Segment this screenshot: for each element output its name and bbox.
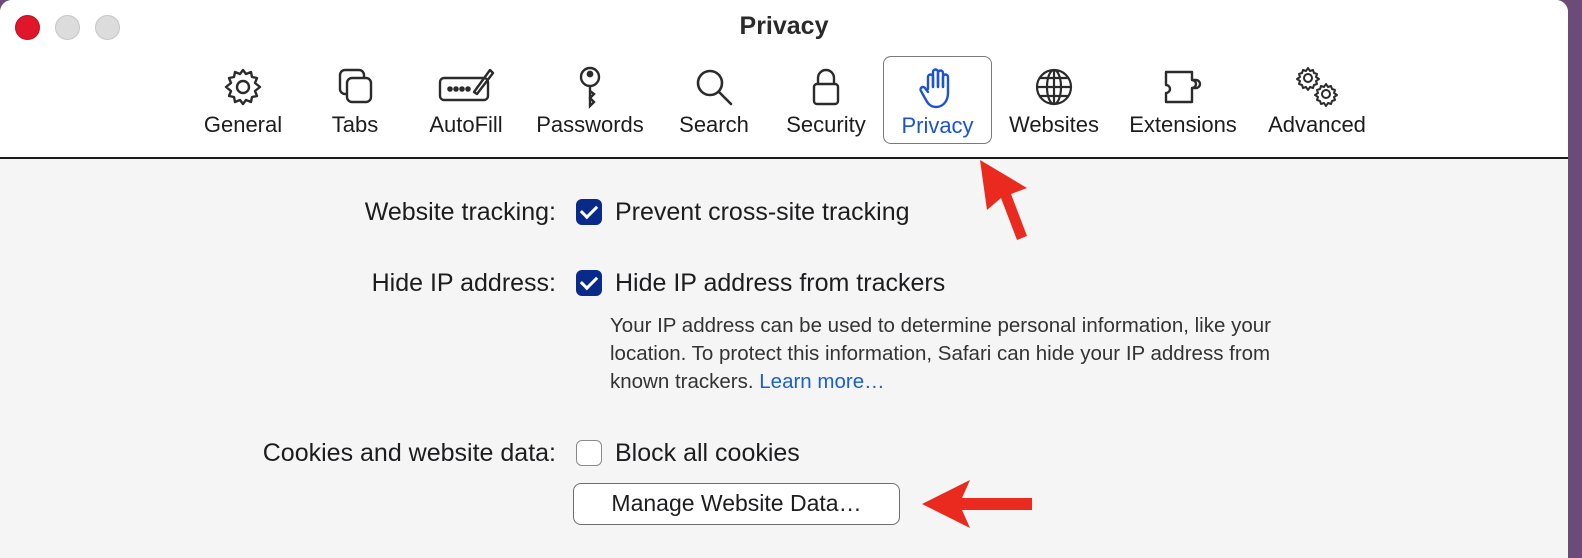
tab-extensions-label: Extensions bbox=[1129, 112, 1237, 137]
preferences-window: Privacy General Tabs AutoFill Passwords … bbox=[0, 0, 1568, 558]
annotation-arrow-up bbox=[980, 160, 1027, 240]
globe-icon bbox=[1035, 68, 1073, 106]
hide-ip-description: Your IP address can be used to determine… bbox=[610, 312, 1330, 396]
cookies-label: Cookies and website data: bbox=[262, 439, 556, 467]
annotation-arrow-left bbox=[922, 480, 1032, 528]
tab-extensions[interactable]: Extensions bbox=[1124, 60, 1242, 140]
tab-autofill[interactable]: AutoFill bbox=[418, 60, 514, 140]
tab-passwords-label: Passwords bbox=[536, 112, 644, 137]
tab-websites[interactable]: Websites bbox=[1004, 60, 1104, 140]
key-icon bbox=[579, 66, 601, 109]
website-tracking-label: Website tracking: bbox=[364, 198, 556, 226]
prevent-tracking-option[interactable]: Prevent cross-site tracking bbox=[615, 198, 910, 227]
manage-website-data-button[interactable]: Manage Website Data… bbox=[573, 483, 900, 525]
tab-security[interactable]: Security bbox=[778, 60, 874, 140]
learn-more-link[interactable]: Learn more… bbox=[759, 370, 884, 393]
prevent-tracking-checkbox[interactable] bbox=[576, 199, 602, 225]
tab-advanced[interactable]: Advanced bbox=[1262, 60, 1372, 140]
tabs-icon bbox=[338, 68, 373, 104]
hide-ip-label: Hide IP address: bbox=[371, 269, 556, 297]
autofill-icon bbox=[438, 68, 495, 102]
tab-websites-label: Websites bbox=[1008, 112, 1100, 137]
hand-icon bbox=[918, 68, 949, 109]
tab-tabs[interactable]: Tabs bbox=[318, 60, 392, 140]
tab-advanced-label: Advanced bbox=[1268, 112, 1366, 137]
block-cookies-checkbox[interactable] bbox=[576, 440, 602, 466]
tab-search[interactable]: Search bbox=[670, 60, 758, 140]
tab-privacy-label: Privacy bbox=[901, 113, 974, 138]
magnifier-icon bbox=[696, 69, 733, 106]
hide-ip-description-text: Your IP address can be used to determine… bbox=[610, 314, 1271, 393]
tab-general[interactable]: General bbox=[194, 60, 292, 140]
hide-ip-option[interactable]: Hide IP address from trackers bbox=[615, 269, 945, 298]
window-title: Privacy bbox=[739, 12, 829, 40]
tab-search-label: Search bbox=[679, 112, 749, 137]
tab-general-label: General bbox=[203, 112, 283, 137]
tab-passwords[interactable]: Passwords bbox=[532, 60, 648, 140]
tab-autofill-label: AutoFill bbox=[429, 112, 503, 137]
tab-security-label: Security bbox=[786, 112, 866, 137]
titlebar: Privacy General Tabs AutoFill Passwords … bbox=[0, 0, 1568, 159]
block-cookies-option[interactable]: Block all cookies bbox=[615, 439, 800, 468]
gear-icon bbox=[224, 68, 262, 106]
lock-icon bbox=[812, 68, 840, 106]
gears-icon bbox=[1296, 67, 1338, 107]
puzzle-icon bbox=[1164, 70, 1202, 104]
tab-tabs-label: Tabs bbox=[331, 112, 379, 137]
tab-privacy[interactable]: Privacy bbox=[883, 56, 992, 144]
hide-ip-checkbox[interactable] bbox=[576, 270, 602, 296]
